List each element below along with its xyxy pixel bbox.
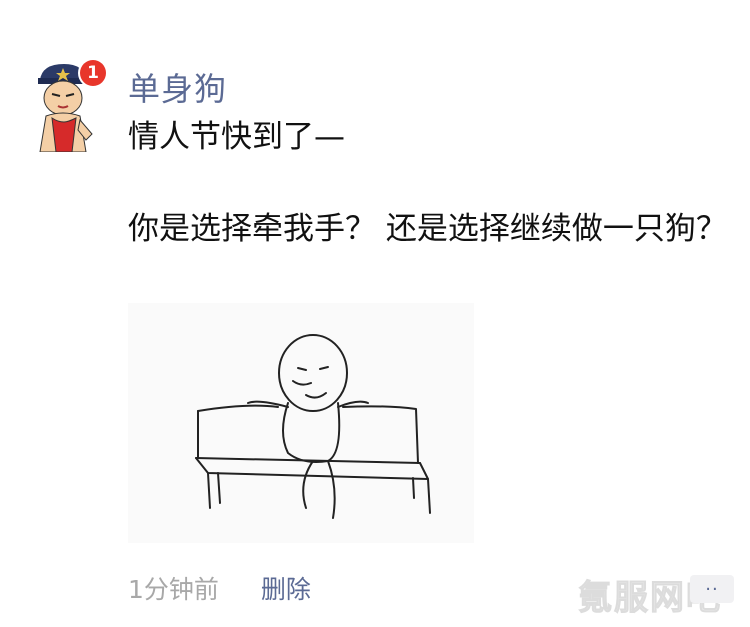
post-content: 情人节快到了— 你是选择牵我手？ 还是选择继续做一只狗？ xyxy=(128,114,728,252)
comment-button[interactable]: ·· xyxy=(690,575,734,603)
post-text-line: 情人节快到了— xyxy=(128,119,345,155)
notification-badge: 1 xyxy=(80,60,106,86)
post-text-line: 你是选择牵我手？ 还是选择继续做一只狗？ xyxy=(128,211,727,247)
meme-bench-image xyxy=(195,334,431,519)
username[interactable]: 单身狗 xyxy=(128,64,227,110)
moments-post: 1 单身狗 情人节快到了— 你是选择牵我手？ 还是选择继续做一只狗？ 1分钟前 … xyxy=(0,0,750,627)
post-image[interactable] xyxy=(128,303,474,543)
post-time: 1分钟前 xyxy=(128,575,219,604)
delete-button[interactable]: 删除 xyxy=(261,570,311,606)
post-footer: 1分钟前 删除 xyxy=(128,568,311,608)
avatar[interactable]: 1 xyxy=(32,60,106,152)
